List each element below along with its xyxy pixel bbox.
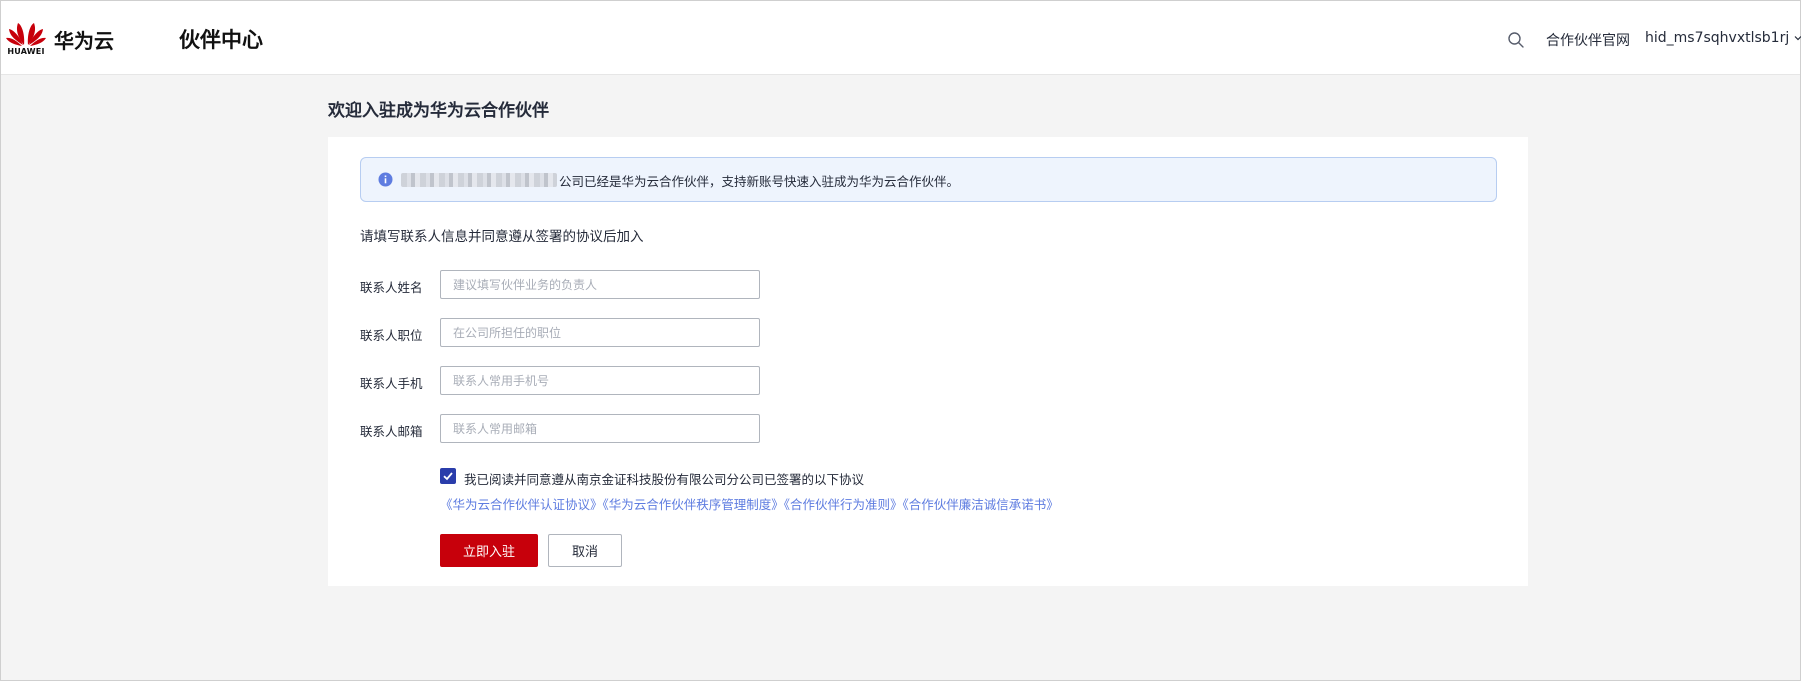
contact-name-row: 联系人姓名 <box>360 270 780 300</box>
contact-position-input[interactable] <box>440 318 760 347</box>
chevron-down-icon <box>1794 36 1801 41</box>
huawei-logo[interactable]: HUAWEI <box>5 19 47 59</box>
alert-message: 公司已经是华为云合作伙伴，支持新账号快速入驻成为华为云合作伙伴。 <box>559 174 960 189</box>
search-icon[interactable] <box>1507 31 1525 49</box>
contact-position-label: 联系人职位 <box>360 328 423 343</box>
contact-name-input[interactable] <box>440 270 760 299</box>
brand-name[interactable]: 华为云 <box>54 25 114 54</box>
agreement-links: 《华为云合作伙伴认证协议》《华为云合作伙伴秩序管理制度》《合作伙伴行为准则》《合… <box>440 494 1059 513</box>
join-now-button[interactable]: 立即入驻 <box>440 534 538 567</box>
form-instruction: 请填写联系人信息并同意遵从签署的协议后加入 <box>360 229 644 245</box>
checkmark-icon <box>443 472 453 481</box>
contact-email-label: 联系人邮箱 <box>360 424 423 439</box>
app-title[interactable]: 伙伴中心 <box>179 24 263 54</box>
link-integrity-commitment[interactable]: 《合作伙伴廉洁诚信承诺书》 <box>903 497 1059 512</box>
link-code-of-conduct[interactable]: 《合作伙伴行为准则》 <box>784 497 903 512</box>
user-account-menu[interactable]: hid_ms7sqhvxtlsb1rj <box>1645 30 1801 46</box>
cancel-button[interactable]: 取消 <box>548 534 622 567</box>
contact-email-row: 联系人邮箱 <box>360 414 780 444</box>
link-certification-agreement[interactable]: 《华为云合作伙伴认证协议》 <box>440 497 603 512</box>
info-icon <box>378 172 393 187</box>
username: hid_ms7sqhvxtlsb1rj <box>1645 30 1790 46</box>
contact-position-row: 联系人职位 <box>360 318 780 348</box>
contact-phone-row: 联系人手机 <box>360 366 780 396</box>
agreement-text: 我已阅读并同意遵从南京金证科技股份有限公司分公司已签署的以下协议 <box>464 472 865 487</box>
link-order-management-rules[interactable]: 《华为云合作伙伴秩序管理制度》 <box>603 497 784 512</box>
partner-website-link[interactable]: 合作伙伴官网 <box>1546 30 1630 50</box>
contact-phone-label: 联系人手机 <box>360 376 423 391</box>
contact-name-label: 联系人姓名 <box>360 280 423 295</box>
huawei-petal-logo-icon <box>6 23 46 46</box>
redacted-company-name <box>401 173 557 187</box>
info-alert: 公司已经是华为云合作伙伴，支持新账号快速入驻成为华为云合作伙伴。 <box>360 157 1497 202</box>
contact-email-input[interactable] <box>440 414 760 443</box>
logo-wordmark: HUAWEI <box>7 47 45 56</box>
contact-phone-input[interactable] <box>440 366 760 395</box>
top-navigation-bar: HUAWEI 华为云 伙伴中心 合作伙伴官网 hid_ms7sqhvxtlsb1… <box>1 1 1801 75</box>
page-title: 欢迎入驻成为华为云合作伙伴 <box>328 101 549 121</box>
agreement-checkbox[interactable] <box>440 468 456 484</box>
registration-card: 公司已经是华为云合作伙伴，支持新账号快速入驻成为华为云合作伙伴。 请填写联系人信… <box>328 137 1528 586</box>
